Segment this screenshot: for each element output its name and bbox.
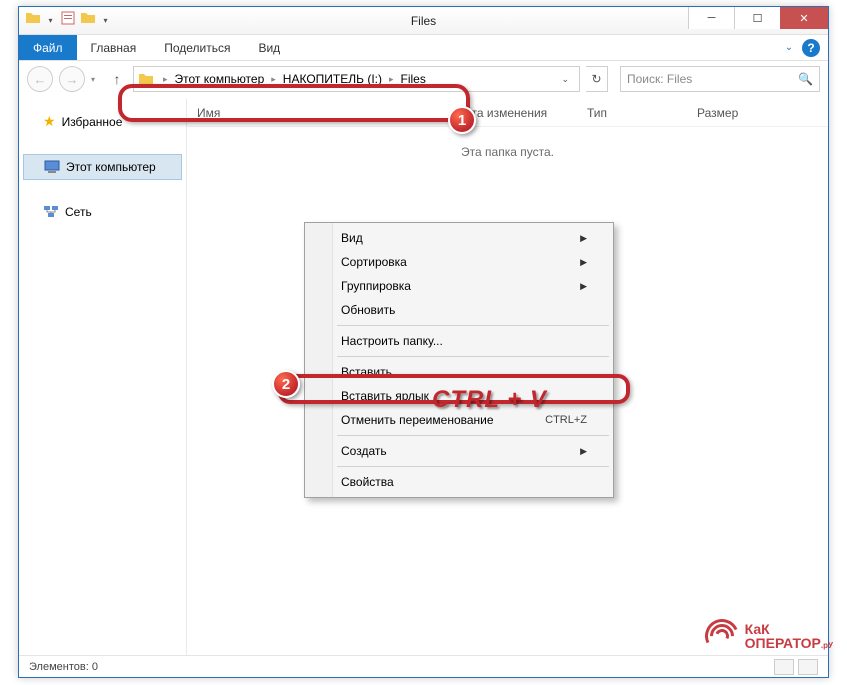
help-button[interactable]: ? bbox=[802, 39, 820, 57]
watermark-logo-icon bbox=[705, 619, 739, 653]
sidebar-label: Сеть bbox=[65, 205, 92, 219]
sidebar-item-this-pc[interactable]: Этот компьютер bbox=[23, 154, 182, 180]
back-button[interactable]: ← bbox=[27, 66, 53, 92]
cm-undo-rename[interactable]: Отменить переименованиеCTRL+Z bbox=[307, 408, 611, 432]
star-icon: ★ bbox=[43, 113, 56, 130]
tab-view[interactable]: Вид bbox=[244, 35, 294, 60]
search-icon: 🔍 bbox=[798, 72, 813, 86]
ribbon-expand-icon[interactable]: ⌄ bbox=[782, 41, 796, 55]
sidebar: ★ Избранное Этот компьютер Сеть bbox=[19, 99, 187, 655]
cm-sort[interactable]: Сортировка▶ bbox=[307, 250, 611, 274]
sidebar-label: Этот компьютер bbox=[66, 160, 156, 174]
cm-group[interactable]: Группировка▶ bbox=[307, 274, 611, 298]
submenu-arrow-icon: ▶ bbox=[580, 281, 587, 292]
tab-share[interactable]: Поделиться bbox=[150, 35, 244, 60]
sidebar-item-favorites[interactable]: ★ Избранное bbox=[19, 109, 186, 134]
sidebar-item-network[interactable]: Сеть bbox=[19, 200, 186, 224]
search-input[interactable]: Поиск: Files 🔍 bbox=[620, 66, 820, 92]
tab-home[interactable]: Главная bbox=[77, 35, 151, 60]
view-details-button[interactable] bbox=[774, 659, 794, 675]
watermark-text: КаК ОПЕРАТОР.рУ bbox=[745, 622, 833, 650]
col-size[interactable]: Размер bbox=[687, 106, 767, 120]
close-button[interactable]: ✕ bbox=[780, 7, 828, 29]
folder-icon bbox=[25, 10, 41, 26]
cm-view[interactable]: Вид▶ bbox=[307, 226, 611, 250]
maximize-button[interactable]: ☐ bbox=[734, 7, 780, 29]
address-bar[interactable]: ▸ Этот компьютер ▸ НАКОПИТЕЛЬ (I:) ▸ Fil… bbox=[133, 66, 580, 92]
history-dropdown-icon[interactable]: ▾ bbox=[91, 75, 101, 84]
cm-new[interactable]: Создать▶ bbox=[307, 439, 611, 463]
status-items: Элементов: 0 bbox=[29, 661, 98, 673]
cm-separator bbox=[337, 325, 609, 326]
properties-icon[interactable] bbox=[60, 10, 76, 26]
forward-button[interactable]: → bbox=[59, 66, 85, 92]
file-tab[interactable]: Файл bbox=[19, 35, 77, 60]
search-placeholder: Поиск: Files bbox=[627, 72, 692, 86]
address-folder-icon bbox=[138, 71, 154, 87]
breadcrumb-pc[interactable]: Этот компьютер bbox=[171, 72, 269, 86]
submenu-arrow-icon: ▶ bbox=[580, 233, 587, 244]
annotation-badge-2: 2 bbox=[272, 370, 300, 398]
context-menu: Вид▶ Сортировка▶ Группировка▶ Обновить Н… bbox=[304, 222, 614, 498]
nav-row: ← → ▾ ↑ ▸ Этот компьютер ▸ НАКОПИТЕЛЬ (I… bbox=[19, 61, 828, 97]
titlebar: ▾ ▾ Files ─ ☐ ✕ bbox=[19, 7, 828, 35]
breadcrumb-sep[interactable]: ▸ bbox=[160, 74, 171, 85]
submenu-arrow-icon: ▶ bbox=[580, 257, 587, 268]
col-type[interactable]: Тип bbox=[577, 106, 687, 120]
cm-separator bbox=[337, 356, 609, 357]
view-icons-button[interactable] bbox=[798, 659, 818, 675]
sidebar-label: Избранное bbox=[62, 115, 123, 129]
network-icon bbox=[43, 204, 59, 220]
breadcrumb-sep[interactable]: ▸ bbox=[268, 74, 279, 85]
empty-folder-message: Эта папка пуста. bbox=[187, 127, 828, 159]
status-bar: Элементов: 0 bbox=[19, 655, 828, 677]
address-dropdown-icon[interactable]: ⌄ bbox=[555, 74, 575, 85]
annotation-badge-1: 1 bbox=[448, 106, 476, 134]
qa-dropdown-icon[interactable]: ▾ bbox=[45, 10, 56, 32]
minimize-button[interactable]: ─ bbox=[688, 7, 734, 29]
cm-paste[interactable]: Вставить bbox=[307, 360, 611, 384]
new-folder-icon[interactable] bbox=[80, 10, 96, 26]
qa-customize-icon[interactable]: ▾ bbox=[100, 10, 111, 32]
cm-separator bbox=[337, 466, 609, 467]
watermark: КаК ОПЕРАТОР.рУ bbox=[705, 619, 833, 653]
cm-refresh[interactable]: Обновить bbox=[307, 298, 611, 322]
col-name[interactable]: Имя bbox=[187, 106, 447, 120]
breadcrumb-folder[interactable]: Files bbox=[397, 72, 430, 86]
pc-icon bbox=[44, 159, 60, 175]
cm-paste-shortcut[interactable]: Вставить ярлык bbox=[307, 384, 611, 408]
up-button[interactable]: ↑ bbox=[107, 69, 127, 89]
column-headers: Имя Дата изменения Тип Размер bbox=[187, 99, 828, 127]
cm-separator bbox=[337, 435, 609, 436]
breadcrumb-sep[interactable]: ▸ bbox=[386, 74, 397, 85]
cm-properties[interactable]: Свойства bbox=[307, 470, 611, 494]
submenu-arrow-icon: ▶ bbox=[580, 446, 587, 457]
cm-customize[interactable]: Настроить папку... bbox=[307, 329, 611, 353]
breadcrumb-drive[interactable]: НАКОПИТЕЛЬ (I:) bbox=[279, 72, 386, 86]
cm-shortcut: CTRL+Z bbox=[545, 414, 587, 426]
ribbon: Файл Главная Поделиться Вид ⌄ ? bbox=[19, 35, 828, 61]
refresh-button[interactable]: ↻ bbox=[586, 66, 608, 92]
